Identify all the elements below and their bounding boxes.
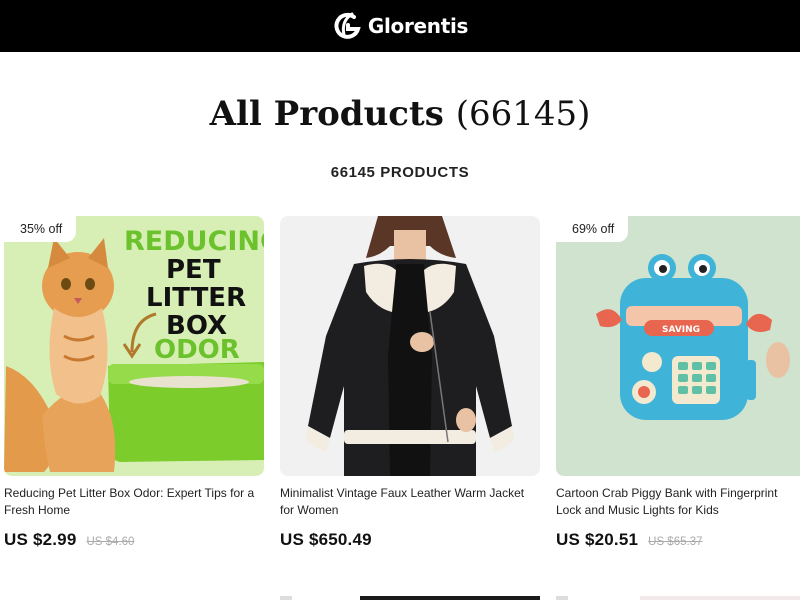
product-title[interactable]: Minimalist Vintage Faux Leather Warm Jac… xyxy=(280,485,540,519)
brand-name: Glorentis xyxy=(367,14,469,38)
discount-badge: 69% off xyxy=(556,216,629,242)
page-title: All Products (66145) xyxy=(0,94,800,134)
page-title-count: (66145) xyxy=(455,94,591,134)
price-row: US $2.99 US $4.60 xyxy=(4,530,264,550)
image-word-5: ODOR xyxy=(154,335,240,365)
product-image-litter[interactable]: REDUCING PET LITTER BOX ODOR 35% off xyxy=(4,216,264,476)
image-word-3: LITTER xyxy=(146,283,246,313)
next-row-image-edge xyxy=(640,596,800,600)
product-grid: REDUCING PET LITTER BOX ODOR 35% off Red… xyxy=(0,216,800,600)
product-price: US $650.49 xyxy=(280,530,372,549)
product-card-litter[interactable]: REDUCING PET LITTER BOX ODOR 35% off Red… xyxy=(4,216,264,550)
discount-badge: 35% off xyxy=(4,216,77,242)
litter-cat-illustration: REDUCING PET LITTER BOX ODOR xyxy=(4,216,264,476)
product-title[interactable]: Reducing Pet Litter Box Odor: Expert Tip… xyxy=(4,485,264,519)
site-header: Glorentis xyxy=(0,0,800,52)
next-row-image-edge xyxy=(556,596,568,600)
product-card-piggybank[interactable]: SAVING 69% off Cartoon Crab Piggy Bank w… xyxy=(556,216,800,550)
product-image-jacket[interactable] xyxy=(280,216,540,476)
next-row-image-edge xyxy=(280,596,292,600)
glorentis-logo-icon xyxy=(334,12,361,39)
product-title[interactable]: Cartoon Crab Piggy Bank with Fingerprint… xyxy=(556,485,800,519)
product-price: US $20.51 xyxy=(556,530,639,549)
product-old-price: US $4.60 xyxy=(86,536,135,548)
image-word-1: REDUCING xyxy=(124,226,264,257)
brand-logo[interactable]: Glorentis xyxy=(332,11,468,41)
image-word-saving: SAVING xyxy=(662,325,700,335)
product-old-price: US $65.37 xyxy=(648,536,703,548)
page-title-text: All Products xyxy=(209,94,444,134)
product-card-jacket[interactable]: Minimalist Vintage Faux Leather Warm Jac… xyxy=(280,216,540,550)
jacket-model-photo xyxy=(280,216,540,476)
product-price: US $2.99 xyxy=(4,530,77,549)
image-word-2: PET xyxy=(166,255,221,285)
products-count: 66145 PRODUCTS xyxy=(330,164,470,181)
next-row-image-edge xyxy=(360,596,540,600)
price-row: US $650.49 xyxy=(280,530,540,550)
price-row: US $20.51 US $65.37 xyxy=(556,530,800,550)
product-image-piggybank[interactable]: SAVING 69% off xyxy=(556,216,800,476)
crab-piggy-bank-illustration: SAVING xyxy=(556,216,800,476)
